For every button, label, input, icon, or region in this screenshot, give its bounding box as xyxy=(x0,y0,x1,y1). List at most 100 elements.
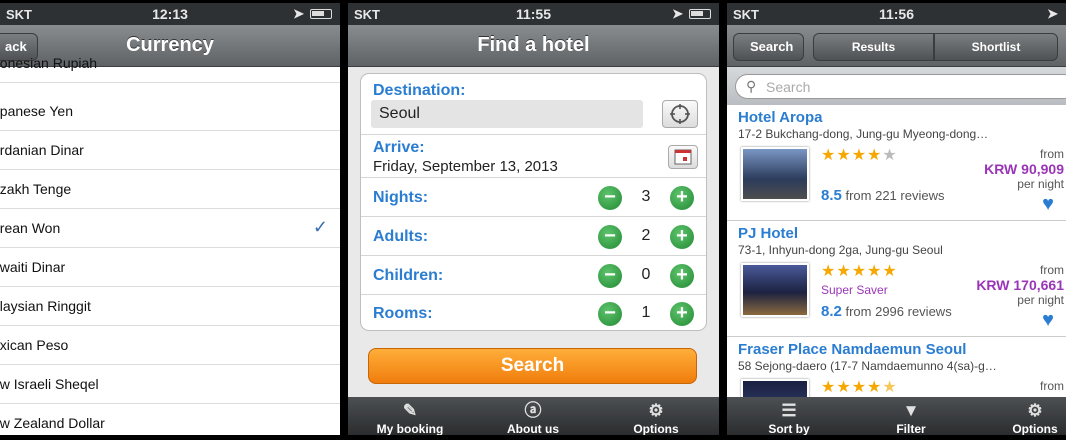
destination-label: Destination: xyxy=(373,82,466,99)
page-title: Currency xyxy=(126,34,214,56)
crosshair-icon xyxy=(670,104,690,124)
list-item[interactable]: ordanian Dinar xyxy=(0,131,340,170)
tab-bar: ☰ Sort by ▼ Filter ⚙ Options xyxy=(727,397,1066,435)
list-item-selected[interactable]: orean Won✓ xyxy=(0,209,340,248)
gear-icon: ⚙ xyxy=(648,401,664,420)
children-label: Children: xyxy=(373,267,444,284)
per-night-label: per night xyxy=(1017,177,1064,191)
status-bar: SKT 11:56 ➤ xyxy=(727,3,1066,25)
review-score: 8.2 from 2996 reviews xyxy=(821,303,952,320)
search-icon: ⚲ xyxy=(746,78,757,94)
children-value: 0 xyxy=(641,266,651,283)
list-item[interactable]: ew Zealand Dollar xyxy=(0,404,340,435)
tab-options[interactable]: ⚙ Options xyxy=(985,397,1066,435)
circle-a-icon: ⓐ xyxy=(524,401,542,420)
tab-filter[interactable]: ▼ Filter xyxy=(861,397,961,435)
minus-button[interactable]: − xyxy=(598,186,622,210)
plus-button[interactable]: + xyxy=(670,264,694,288)
tab-results[interactable]: Results xyxy=(813,33,934,61)
rooms-label: Rooms: xyxy=(373,305,433,322)
tab-my-booking[interactable]: ✎ My booking xyxy=(360,397,460,435)
clock: 11:56 xyxy=(878,6,915,22)
rooms-value: 1 xyxy=(641,304,651,321)
location-icon: ➤ xyxy=(672,6,683,21)
plus-button[interactable]: + xyxy=(670,225,694,249)
list-item[interactable]: azakh Tenge xyxy=(0,170,340,209)
adults-value: 2 xyxy=(641,227,651,244)
children-row: Children: − 0 + xyxy=(361,256,706,295)
adults-label: Adults: xyxy=(373,228,429,245)
list-item[interactable]: apanese Yen xyxy=(0,92,340,131)
search-button[interactable]: Search xyxy=(368,348,697,384)
tab-shortlist[interactable]: Shortlist xyxy=(934,33,1058,61)
hotel-card[interactable]: Hotel Aropa 17-2 Bukchang-dong, Jung-gu … xyxy=(727,105,1066,221)
search-input[interactable]: ⚲ Search xyxy=(735,74,1066,99)
plus-button[interactable]: + xyxy=(670,302,694,326)
hotel-price: KRW 170,661 xyxy=(976,277,1064,293)
tab-about-us[interactable]: ⓐ About us xyxy=(483,397,583,435)
star-rating: ★★★★★ xyxy=(821,263,898,280)
list-item[interactable]: exican Peso xyxy=(0,326,340,365)
minus-button[interactable]: − xyxy=(598,302,622,326)
tab-bar: ✎ My booking ⓐ About us ⚙ Options xyxy=(348,397,719,435)
children-stepper: − 0 + xyxy=(598,264,694,288)
shortlist-heart-icon[interactable]: ♥ xyxy=(1042,309,1054,332)
shortlist-heart-icon[interactable]: ♥ xyxy=(1042,193,1054,216)
super-saver-badge: Super Saver xyxy=(821,283,888,297)
tab-sort-by[interactable]: ☰ Sort by xyxy=(739,397,839,435)
destination-row: Destination: Seoul xyxy=(361,74,706,135)
location-icon: ➤ xyxy=(293,6,304,21)
nights-label: Nights: xyxy=(373,189,429,206)
destination-field[interactable]: Seoul xyxy=(371,100,643,128)
checkmark-icon: ✓ xyxy=(312,217,328,237)
status-bar: SKT 12:13 ➤ xyxy=(0,3,340,25)
from-label: from xyxy=(1040,263,1064,277)
clock: 11:55 xyxy=(515,6,552,22)
hotel-address: 17-2 Bukchang-dong, Jung-gu Myeong-dong… xyxy=(738,127,989,141)
results-screen: SKT 11:56 ➤ Search Results Shortlist ⚲ S… xyxy=(727,3,1066,435)
minus-button[interactable]: − xyxy=(598,225,622,249)
nights-row: Nights: − 3 + xyxy=(361,178,706,217)
status-bar: SKT 11:55 ➤ xyxy=(348,3,719,25)
star-rating: ★★★★★ xyxy=(821,147,898,164)
review-score: 8.5 from 221 reviews xyxy=(821,187,945,204)
tab-options[interactable]: ⚙ Options xyxy=(606,397,706,435)
clock: 12:13 xyxy=(152,6,188,22)
list-item[interactable]: uwaiti Dinar xyxy=(0,248,340,287)
locate-button[interactable] xyxy=(662,100,698,128)
back-button[interactable]: Search xyxy=(733,33,805,61)
arrive-label: Arrive: xyxy=(373,139,425,156)
rooms-stepper: − 1 + xyxy=(598,302,694,326)
list-icon: ☰ xyxy=(781,401,797,420)
rooms-row: Rooms: − 1 + xyxy=(361,295,706,332)
pencil-icon: ✎ xyxy=(402,401,418,420)
nights-stepper: − 3 + xyxy=(598,186,694,210)
adults-row: Adults: − 2 + xyxy=(361,217,706,256)
star-rating: ★★★★★ xyxy=(821,379,898,396)
gear-icon: ⚙ xyxy=(1027,401,1043,420)
hotel-card[interactable]: PJ Hotel 73-1, Inhyun-dong 2ga, Jung-gu … xyxy=(727,221,1066,337)
calendar-button[interactable] xyxy=(668,145,698,169)
minus-button[interactable]: − xyxy=(598,264,622,288)
filter-icon: ▼ xyxy=(902,401,920,420)
hotel-name: PJ Hotel xyxy=(738,225,799,242)
find-hotel-screen: SKT 11:55 ➤ Find a hotel Destination: Se… xyxy=(348,3,719,435)
battery-icon xyxy=(689,9,711,19)
hotel-price: KRW 90,909 xyxy=(984,161,1064,177)
arrive-row[interactable]: Arrive: Friday, September 13, 2013 xyxy=(361,135,706,178)
hotel-address: 73-1, Inhyun-dong 2ga, Jung-gu Seoul xyxy=(738,243,943,257)
hotel-name: Fraser Place Namdaemun Seoul xyxy=(738,341,967,358)
calendar-icon xyxy=(674,149,692,165)
list-item[interactable]: alaysian Ringgit xyxy=(0,287,340,326)
hotel-name: Hotel Aropa xyxy=(738,109,823,126)
currency-screen: SKT 12:13 ➤ ack Currency donesian Rupiah… xyxy=(0,3,340,435)
adults-stepper: − 2 + xyxy=(598,225,694,249)
list-item[interactable]: donesian Rupiah xyxy=(0,55,340,83)
from-label: from xyxy=(1040,379,1064,393)
arrive-date: Friday, September 13, 2013 xyxy=(373,158,558,175)
plus-button[interactable]: + xyxy=(670,186,694,210)
list-item[interactable]: ew Israeli Sheqel xyxy=(0,365,340,404)
search-form: Destination: Seoul Arrive: Friday, Septe… xyxy=(360,73,707,331)
search-bar: ⚲ Search xyxy=(727,67,1066,105)
hotel-address: 58 Sejong-daero (17-7 Namdaemunno 4(sa)-… xyxy=(738,359,997,373)
